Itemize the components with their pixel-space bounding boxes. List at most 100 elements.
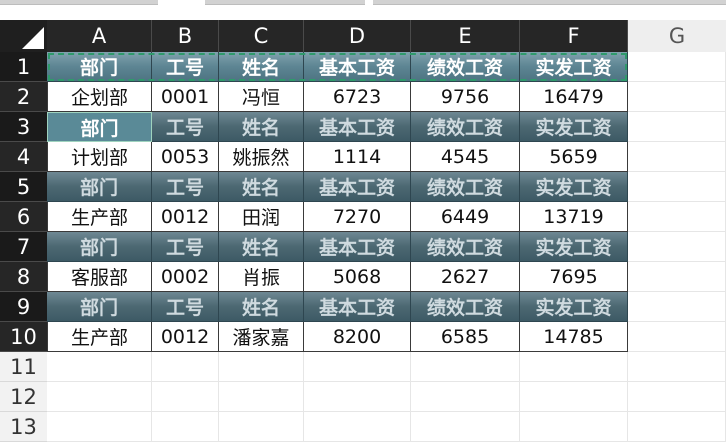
data-cell[interactable]: 4545 xyxy=(411,142,520,172)
empty-cell[interactable] xyxy=(152,352,219,382)
data-cell[interactable]: 0012 xyxy=(152,322,219,352)
header-cell[interactable]: 部门 xyxy=(47,292,152,322)
row-header-1[interactable]: 1 xyxy=(0,52,47,82)
column-header-c[interactable]: C xyxy=(219,20,304,52)
header-cell[interactable]: 基本工资 xyxy=(304,112,411,142)
data-cell[interactable]: 客服部 xyxy=(47,262,152,292)
header-cell[interactable]: 姓名 xyxy=(219,232,304,262)
data-cell[interactable]: 2627 xyxy=(411,262,520,292)
data-cell[interactable]: 0001 xyxy=(152,82,219,112)
header-cell[interactable]: 实发工资 xyxy=(520,172,628,202)
header-cell[interactable]: 实发工资 xyxy=(520,112,628,142)
toolbar-tab[interactable] xyxy=(205,0,365,5)
header-cell[interactable]: 工号 xyxy=(152,172,219,202)
data-cell[interactable]: 生产部 xyxy=(47,202,152,232)
row-header-4[interactable]: 4 xyxy=(0,142,47,172)
empty-cell[interactable] xyxy=(628,52,726,82)
select-all-corner[interactable] xyxy=(0,20,47,52)
empty-cell[interactable] xyxy=(628,412,726,442)
header-cell[interactable]: 部门 xyxy=(47,172,152,202)
header-cell[interactable]: 姓名 xyxy=(219,52,304,82)
data-cell[interactable]: 企划部 xyxy=(47,82,152,112)
data-cell[interactable]: 5068 xyxy=(304,262,411,292)
data-cell[interactable]: 冯恒 xyxy=(219,82,304,112)
data-cell[interactable]: 0012 xyxy=(152,202,219,232)
header-cell[interactable]: 实发工资 xyxy=(520,292,628,322)
data-cell[interactable]: 6723 xyxy=(304,82,411,112)
empty-cell[interactable] xyxy=(219,382,304,412)
toolbar-tab[interactable] xyxy=(373,0,726,5)
header-cell[interactable]: 绩效工资 xyxy=(411,52,520,82)
row-header-12[interactable]: 12 xyxy=(0,382,47,412)
empty-cell[interactable] xyxy=(628,352,726,382)
empty-cell[interactable] xyxy=(411,352,520,382)
header-cell[interactable]: 基本工资 xyxy=(304,52,411,82)
empty-cell[interactable] xyxy=(628,292,726,322)
empty-cell[interactable] xyxy=(152,382,219,412)
header-cell[interactable]: 部门 xyxy=(47,112,152,142)
data-cell[interactable]: 0053 xyxy=(152,142,219,172)
row-header-6[interactable]: 6 xyxy=(0,202,47,232)
header-cell[interactable]: 实发工资 xyxy=(520,52,628,82)
header-cell[interactable]: 部门 xyxy=(47,52,152,82)
header-cell[interactable]: 姓名 xyxy=(219,172,304,202)
column-header-b[interactable]: B xyxy=(152,20,219,52)
column-header-e[interactable]: E xyxy=(411,20,520,52)
spreadsheet-grid[interactable]: A B C D E F G 1 2 3 4 5 6 7 8 9 10 11 12 13 部门 工号 姓名 基本工资 绩效工资 实发… xyxy=(0,20,726,447)
column-header-a[interactable]: A xyxy=(47,20,152,52)
data-cell[interactable]: 7695 xyxy=(520,262,628,292)
row-header-2[interactable]: 2 xyxy=(0,82,47,112)
data-cell[interactable]: 16479 xyxy=(520,82,628,112)
empty-cell[interactable] xyxy=(520,382,628,412)
header-cell[interactable]: 工号 xyxy=(152,292,219,322)
empty-cell[interactable] xyxy=(47,412,152,442)
row-header-7[interactable]: 7 xyxy=(0,232,47,262)
column-header-d[interactable]: D xyxy=(304,20,411,52)
empty-cell[interactable] xyxy=(47,382,152,412)
empty-cell[interactable] xyxy=(304,352,411,382)
empty-cell[interactable] xyxy=(520,352,628,382)
header-cell[interactable]: 工号 xyxy=(152,112,219,142)
header-cell[interactable]: 基本工资 xyxy=(304,292,411,322)
empty-cell[interactable] xyxy=(411,412,520,442)
empty-cell[interactable] xyxy=(628,112,726,142)
header-cell[interactable]: 基本工资 xyxy=(304,232,411,262)
row-header-3[interactable]: 3 xyxy=(0,112,47,142)
data-cell[interactable]: 6585 xyxy=(411,322,520,352)
column-header-f[interactable]: F xyxy=(520,20,628,52)
empty-cell[interactable] xyxy=(152,412,219,442)
header-cell[interactable]: 姓名 xyxy=(219,292,304,322)
header-cell[interactable]: 实发工资 xyxy=(520,232,628,262)
column-header-g[interactable]: G xyxy=(628,20,726,52)
empty-cell[interactable] xyxy=(304,382,411,412)
row-header-11[interactable]: 11 xyxy=(0,352,47,382)
empty-cell[interactable] xyxy=(628,142,726,172)
empty-cell[interactable] xyxy=(411,382,520,412)
header-cell[interactable]: 部门 xyxy=(47,232,152,262)
data-cell[interactable]: 田润 xyxy=(219,202,304,232)
data-cell[interactable]: 计划部 xyxy=(47,142,152,172)
data-cell[interactable]: 肖振 xyxy=(219,262,304,292)
empty-cell[interactable] xyxy=(304,412,411,442)
data-cell[interactable]: 姚振然 xyxy=(219,142,304,172)
row-header-8[interactable]: 8 xyxy=(0,262,47,292)
row-header-9[interactable]: 9 xyxy=(0,292,47,322)
header-cell[interactable]: 基本工资 xyxy=(304,172,411,202)
empty-cell[interactable] xyxy=(219,412,304,442)
header-cell[interactable]: 绩效工资 xyxy=(411,292,520,322)
empty-cell[interactable] xyxy=(628,232,726,262)
row-header-5[interactable]: 5 xyxy=(0,172,47,202)
toolbar-tab[interactable] xyxy=(0,0,158,5)
data-cell[interactable]: 14785 xyxy=(520,322,628,352)
header-cell[interactable]: 绩效工资 xyxy=(411,232,520,262)
empty-cell[interactable] xyxy=(520,412,628,442)
empty-cell[interactable] xyxy=(628,202,726,232)
data-cell[interactable]: 0002 xyxy=(152,262,219,292)
data-cell[interactable]: 5659 xyxy=(520,142,628,172)
header-cell[interactable]: 工号 xyxy=(152,232,219,262)
data-cell[interactable]: 9756 xyxy=(411,82,520,112)
empty-cell[interactable] xyxy=(219,352,304,382)
data-cell[interactable]: 13719 xyxy=(520,202,628,232)
data-cell[interactable]: 7270 xyxy=(304,202,411,232)
header-cell[interactable]: 姓名 xyxy=(219,112,304,142)
